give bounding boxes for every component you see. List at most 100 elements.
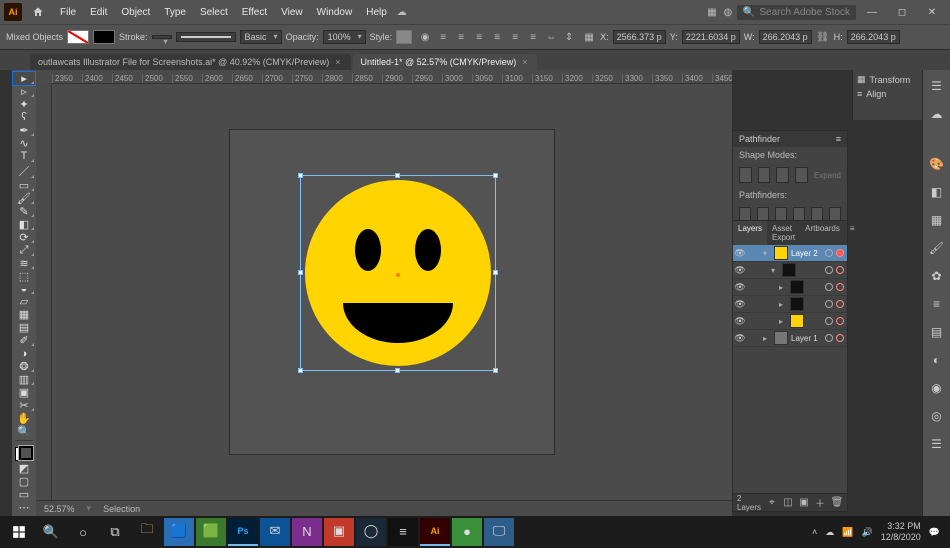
menu-view[interactable]: View [275,4,309,21]
appearance-icon[interactable]: ◉ [927,378,947,398]
layer-row[interactable]: 👁▸ [733,296,847,313]
align-vcenter-icon[interactable]: ≡ [508,30,522,44]
zoom-tool[interactable]: 🔍 [13,425,35,438]
layer-row[interactable]: 👁▾ [733,262,847,279]
align-left-icon[interactable]: ≡ [436,30,450,44]
stroke-swatch[interactable] [93,30,115,44]
recolor-icon[interactable]: ◉ [418,30,432,44]
selection-indicator[interactable] [836,334,844,342]
taskbar-app-icon[interactable]: ● [452,518,482,546]
menu-edit[interactable]: Edit [84,4,113,21]
artboard-tool[interactable]: ▣ [13,386,35,399]
expand-button[interactable]: Expand [814,171,841,180]
start-button[interactable] [4,518,34,546]
volume-icon[interactable]: 🔊 [862,527,873,538]
close-icon[interactable]: × [522,57,527,67]
menu-select[interactable]: Select [194,4,234,21]
eyedropper-tool[interactable]: ✐ [13,334,35,347]
visibility-toggle-icon[interactable]: 👁 [733,282,747,293]
visibility-toggle-icon[interactable]: 👁 [733,299,747,310]
visibility-toggle-icon[interactable]: 👁 [733,333,747,344]
menu-help[interactable]: Help [360,4,393,21]
distribute-h-icon[interactable]: ⇔ [544,30,558,44]
cloud-icon[interactable]: ☁ [395,5,409,19]
layers-shortcut-icon[interactable]: ☰ [927,434,947,454]
disclosure-icon[interactable]: ▾ [771,266,779,275]
target-indicator-icon[interactable] [825,266,833,274]
new-layer-icon[interactable]: ＋ [815,497,825,509]
target-indicator-icon[interactable] [825,300,833,308]
menu-type[interactable]: Type [158,4,192,21]
selection-indicator[interactable] [836,266,844,274]
edit-toolbar-icon[interactable]: ⋯ [13,501,35,514]
panel-menu-icon[interactable]: ≡ [845,221,860,245]
pen-tool[interactable]: ✒ [13,124,35,137]
menu-file[interactable]: File [54,4,82,21]
stroke-panel-icon[interactable]: ≡ [927,294,947,314]
h-value[interactable]: 266.2043 p [847,30,900,44]
width-tool[interactable]: ≋ [13,257,35,270]
unite-icon[interactable] [739,167,752,183]
target-indicator-icon[interactable] [825,249,833,257]
home-icon[interactable] [30,4,46,20]
hand-tool[interactable]: ✋ [13,412,35,425]
menu-object[interactable]: Object [115,4,156,21]
eraser-tool[interactable]: ◧ [13,218,35,231]
fill-stroke-controls[interactable] [13,445,35,462]
delete-layer-icon[interactable]: 🗑 [831,497,843,509]
search-stock[interactable]: 🔍 Search Adobe Stock [737,5,856,20]
symbols-icon[interactable]: ✿ [927,266,947,286]
selection-indicator[interactable] [836,317,844,325]
system-tray[interactable]: ˄ ☁ 📶 🔊 3:32 PM 12/8/2020 💬 [812,521,946,543]
transparency-icon[interactable]: ◐ [927,350,947,370]
cortana-icon[interactable]: ○ [68,518,98,546]
document-tab[interactable]: outlawcats Illustrator File for Screensh… [30,54,351,70]
disclosure-icon[interactable]: ▸ [779,300,787,309]
mesh-tool[interactable]: ▦ [13,308,35,321]
transform-panel-tab[interactable]: ▦Transform [857,74,918,85]
target-indicator-icon[interactable] [825,334,833,342]
column-graph-tool[interactable]: ▥ [13,373,35,386]
file-explorer-icon[interactable]: 🗀 [132,518,162,546]
align-panel-tab[interactable]: ≡Align [857,89,918,99]
exclude-icon[interactable] [795,167,808,183]
x-value[interactable]: 2566.373 p [613,30,666,44]
minus-front-icon[interactable] [758,167,771,183]
target-indicator-icon[interactable] [825,283,833,291]
asset-export-tab[interactable]: Asset Export [767,221,800,245]
shape-builder-tool[interactable]: ◒ [13,283,35,296]
disclosure-icon[interactable]: ▸ [763,334,771,343]
scale-tool[interactable]: ⤢ [13,244,35,257]
layer-name[interactable]: Layer 2 [791,249,822,258]
onedrive-icon[interactable]: ☁ [825,527,834,538]
color-panel-icon[interactable]: 🎨 [927,154,947,174]
selection-bounding-box[interactable] [300,175,496,371]
illustrator-taskbar-icon[interactable]: Ai [420,518,450,546]
taskbar-app-icon[interactable]: 🖵 [484,518,514,546]
taskbar-clock[interactable]: 3:32 PM 12/8/2020 [881,521,921,543]
visibility-toggle-icon[interactable]: 👁 [733,265,747,276]
taskbar-app-icon[interactable]: ▣ [324,518,354,546]
visibility-toggle-icon[interactable]: 👁 [733,316,747,327]
screen-mode-icon[interactable]: ▭ [13,488,35,501]
menu-effect[interactable]: Effect [236,4,273,21]
libraries-icon[interactable]: ☁ [927,104,947,124]
panel-menu-icon[interactable]: ≡ [836,134,841,144]
w-value[interactable]: 266.2043 p [759,30,812,44]
swatches-icon[interactable]: ▦ [927,210,947,230]
direct-selection-tool[interactable]: ▹ [13,85,35,98]
target-indicator-icon[interactable] [825,317,833,325]
layer-row[interactable]: 👁▸Layer 1 [733,330,847,347]
align-top-icon[interactable]: ≡ [490,30,504,44]
graphic-style-swatch[interactable] [396,30,412,44]
align-hcenter-icon[interactable]: ≡ [454,30,468,44]
magic-wand-tool[interactable]: ✦ [13,98,35,111]
disclosure-icon[interactable]: ▸ [779,317,787,326]
taskbar-app-icon[interactable]: 🟩 [196,518,226,546]
taskbar-app-icon[interactable]: 🟦 [164,518,194,546]
selection-indicator[interactable] [836,249,844,257]
graphic-styles-icon[interactable]: ◎ [927,406,947,426]
distribute-v-icon[interactable]: ⇕ [562,30,576,44]
transform-anchor-icon[interactable]: ▦ [582,30,596,44]
make-clipping-mask-icon[interactable]: ◫ [783,497,793,509]
